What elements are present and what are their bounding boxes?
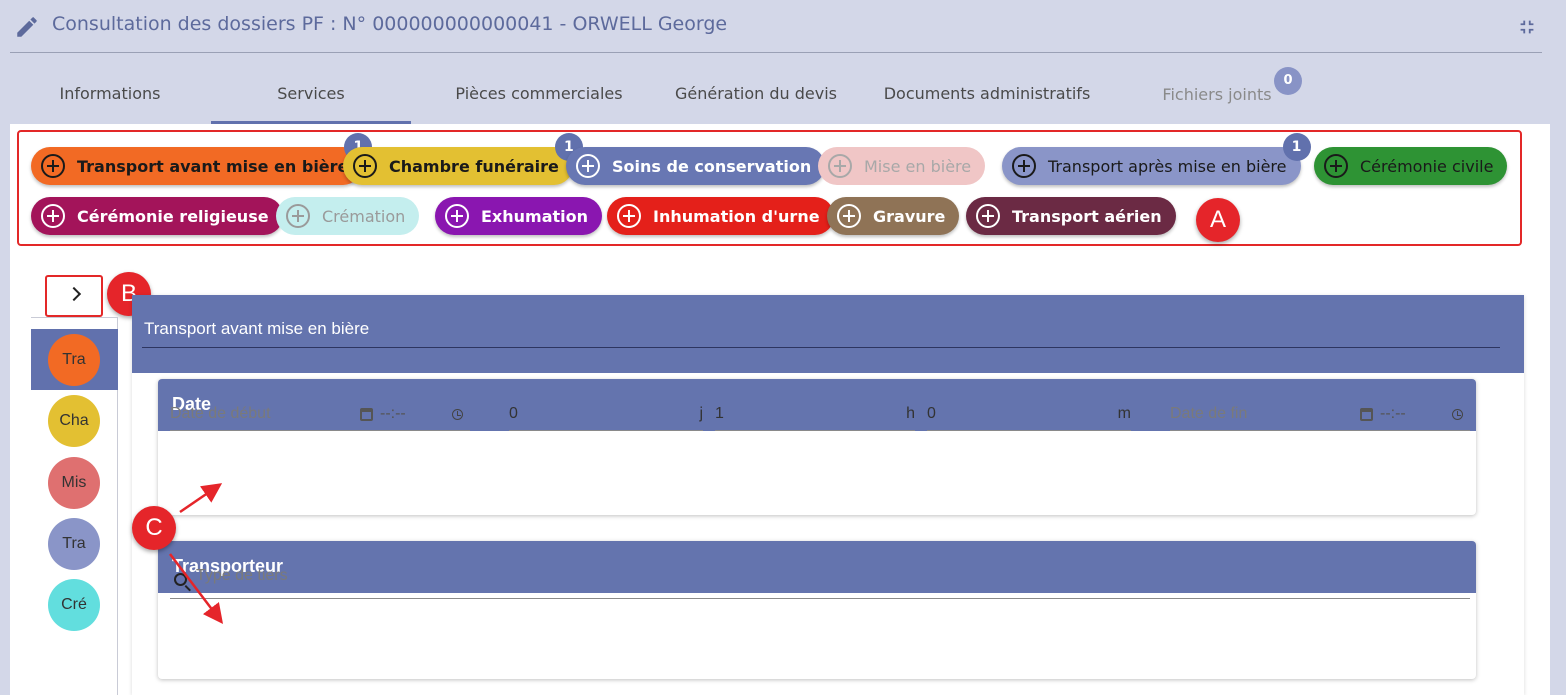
tab-bar: Informations Services Pièces commerciale… (10, 62, 1550, 124)
tab-generation-devis[interactable]: Génération du devis (656, 72, 856, 124)
tab-label: Génération du devis (675, 84, 837, 103)
page-title: Consultation des dossiers PF : N° 000000… (52, 13, 728, 35)
attachments-count-badge: 0 (1274, 67, 1302, 95)
tab-pieces-commerciales[interactable]: Pièces commerciales (430, 72, 648, 124)
tab-fichiers-joints[interactable]: Fichiers joints 0 (1160, 67, 1302, 125)
tab-label: Documents administratifs (883, 84, 1091, 103)
tab-label: Fichiers joints (1162, 85, 1272, 104)
annotation-marker-c: C (132, 506, 176, 550)
annotation-arrows (169, 483, 224, 624)
tab-services[interactable]: Services (211, 72, 411, 124)
tab-informations[interactable]: Informations (10, 72, 210, 124)
collapse-icon[interactable] (1516, 16, 1538, 38)
main-panel: Transport avant mise en bière 1 Chambre … (10, 124, 1550, 695)
arrow-to-search (169, 553, 224, 624)
page-header: Consultation des dossiers PF : N° 000000… (10, 0, 1542, 53)
arrow-to-start-date (179, 483, 223, 514)
edit-pencil-icon (17, 17, 37, 37)
tab-label: Informations (59, 84, 161, 103)
tab-label: Services (277, 84, 345, 103)
tab-documents-administratifs[interactable]: Documents administratifs (872, 72, 1102, 124)
tab-label: Pièces commerciales (455, 84, 623, 103)
